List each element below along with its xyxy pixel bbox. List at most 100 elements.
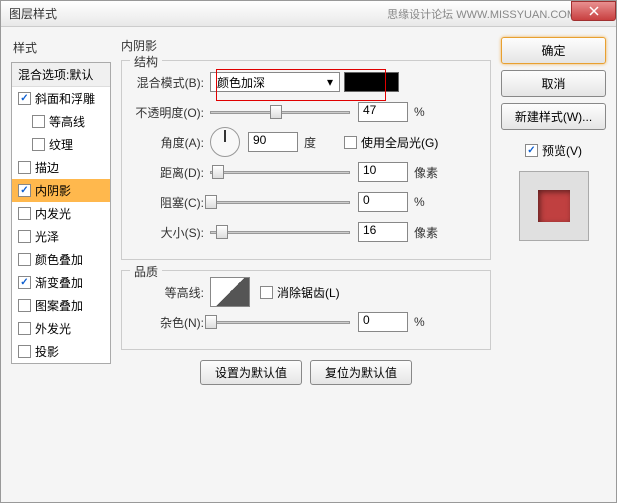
style-item-contour[interactable]: 等高线 <box>12 110 110 133</box>
action-panel: 确定 取消 新建样式(W)... 预览(V) <box>501 37 606 492</box>
opacity-row: 不透明度(O): 47 % <box>130 101 482 123</box>
style-label: 斜面和浮雕 <box>35 90 95 107</box>
style-item-outer-glow[interactable]: 外发光 <box>12 317 110 340</box>
contour-label: 等高线: <box>130 284 210 301</box>
slider-thumb[interactable] <box>270 105 282 119</box>
style-item-inner-shadow[interactable]: 内阴影 <box>12 179 110 202</box>
global-light-label: 使用全局光(G) <box>361 134 438 151</box>
panel-title: 内阴影 <box>121 37 491 54</box>
style-label: 描边 <box>35 159 59 176</box>
checkbox-icon[interactable] <box>18 207 31 220</box>
watermark: 思缘设计论坛 WWW.MISSYUAN.COM <box>387 6 576 22</box>
style-label: 外发光 <box>35 320 71 337</box>
checkbox-icon[interactable] <box>18 299 31 312</box>
noise-slider[interactable] <box>210 321 350 324</box>
content-area: 样式 混合选项:默认 斜面和浮雕 等高线 纹理 描边 内阴影 内发光 光泽 颜色… <box>1 27 616 502</box>
distance-label: 距离(D): <box>130 164 210 181</box>
style-label: 纹理 <box>49 136 73 153</box>
style-item-drop-shadow[interactable]: 投影 <box>12 340 110 363</box>
new-style-button[interactable]: 新建样式(W)... <box>501 103 606 130</box>
style-label: 内发光 <box>35 205 71 222</box>
style-item-gradient-overlay[interactable]: 渐变叠加 <box>12 271 110 294</box>
checkbox-icon[interactable] <box>32 115 45 128</box>
checkbox-icon[interactable] <box>18 161 31 174</box>
opacity-slider[interactable] <box>210 111 350 114</box>
settings-panel: 内阴影 结构 混合模式(B): 颜色加深 不透明度(O): 47 % 角度(A)… <box>121 37 491 492</box>
checkbox-icon[interactable] <box>18 345 31 358</box>
angle-unit: 度 <box>304 134 334 151</box>
quality-legend: 品质 <box>130 263 162 280</box>
window-title: 图层样式 <box>9 5 57 22</box>
choke-slider[interactable] <box>210 201 350 204</box>
noise-unit: % <box>414 315 444 329</box>
distance-row: 距离(D): 10 像素 <box>130 161 482 183</box>
size-label: 大小(S): <box>130 224 210 241</box>
slider-thumb[interactable] <box>216 225 228 239</box>
contour-picker[interactable] <box>210 277 250 307</box>
styles-header: 样式 <box>11 37 111 58</box>
style-list: 混合选项:默认 斜面和浮雕 等高线 纹理 描边 内阴影 内发光 光泽 颜色叠加 … <box>11 62 111 364</box>
distance-slider[interactable] <box>210 171 350 174</box>
set-default-button[interactable]: 设置为默认值 <box>200 360 302 385</box>
size-unit: 像素 <box>414 224 444 241</box>
checkbox-icon[interactable] <box>18 276 31 289</box>
style-item-satin[interactable]: 光泽 <box>12 225 110 248</box>
preview-checkbox[interactable] <box>525 144 538 157</box>
style-item-inner-glow[interactable]: 内发光 <box>12 202 110 225</box>
close-button[interactable] <box>571 1 616 21</box>
style-label: 颜色叠加 <box>35 251 83 268</box>
blend-mode-dropdown[interactable]: 颜色加深 <box>210 72 340 92</box>
preview-box <box>519 171 589 241</box>
checkbox-icon[interactable] <box>18 322 31 335</box>
style-label: 光泽 <box>35 228 59 245</box>
style-item-bevel[interactable]: 斜面和浮雕 <box>12 87 110 110</box>
cancel-button[interactable]: 取消 <box>501 70 606 97</box>
angle-input[interactable]: 90 <box>248 132 298 152</box>
style-label: 渐变叠加 <box>35 274 83 291</box>
choke-unit: % <box>414 195 444 209</box>
styles-panel: 样式 混合选项:默认 斜面和浮雕 等高线 纹理 描边 内阴影 内发光 光泽 颜色… <box>11 37 111 492</box>
distance-unit: 像素 <box>414 164 444 181</box>
style-item-texture[interactable]: 纹理 <box>12 133 110 156</box>
blend-mode-label: 混合模式(B): <box>130 74 210 91</box>
size-row: 大小(S): 16 像素 <box>130 221 482 243</box>
distance-input[interactable]: 10 <box>358 162 408 182</box>
checkbox-icon[interactable] <box>18 230 31 243</box>
style-item-pattern-overlay[interactable]: 图案叠加 <box>12 294 110 317</box>
angle-row: 角度(A): 90 度 使用全局光(G) <box>130 131 482 153</box>
style-item-stroke[interactable]: 描边 <box>12 156 110 179</box>
contour-row: 等高线: 消除锯齿(L) <box>130 281 482 303</box>
style-label: 内阴影 <box>35 182 71 199</box>
style-item-color-overlay[interactable]: 颜色叠加 <box>12 248 110 271</box>
structure-legend: 结构 <box>130 53 162 70</box>
opacity-input[interactable]: 47 <box>358 102 408 122</box>
style-label: 等高线 <box>49 113 85 130</box>
size-slider[interactable] <box>210 231 350 234</box>
angle-label: 角度(A): <box>130 134 210 151</box>
blend-options-item[interactable]: 混合选项:默认 <box>12 63 110 87</box>
slider-thumb[interactable] <box>205 315 217 329</box>
global-light-checkbox[interactable] <box>344 136 357 149</box>
checkbox-icon[interactable] <box>18 253 31 266</box>
slider-thumb[interactable] <box>205 195 217 209</box>
opacity-unit: % <box>414 105 444 119</box>
preview-toggle-row: 预览(V) <box>501 142 606 159</box>
choke-input[interactable]: 0 <box>358 192 408 212</box>
style-label: 投影 <box>35 343 59 360</box>
ok-button[interactable]: 确定 <box>501 37 606 64</box>
shadow-color-swatch[interactable] <box>344 72 399 92</box>
structure-fieldset: 结构 混合模式(B): 颜色加深 不透明度(O): 47 % 角度(A): 90 <box>121 60 491 260</box>
checkbox-icon[interactable] <box>18 184 31 197</box>
reset-default-button[interactable]: 复位为默认值 <box>310 360 412 385</box>
antialias-checkbox[interactable] <box>260 286 273 299</box>
angle-dial[interactable] <box>210 127 240 157</box>
noise-input[interactable]: 0 <box>358 312 408 332</box>
titlebar: 图层样式 思缘设计论坛 WWW.MISSYUAN.COM <box>1 1 616 27</box>
size-input[interactable]: 16 <box>358 222 408 242</box>
blend-mode-row: 混合模式(B): 颜色加深 <box>130 71 482 93</box>
choke-label: 阻塞(C): <box>130 194 210 211</box>
checkbox-icon[interactable] <box>32 138 45 151</box>
checkbox-icon[interactable] <box>18 92 31 105</box>
slider-thumb[interactable] <box>212 165 224 179</box>
close-icon <box>589 6 599 16</box>
